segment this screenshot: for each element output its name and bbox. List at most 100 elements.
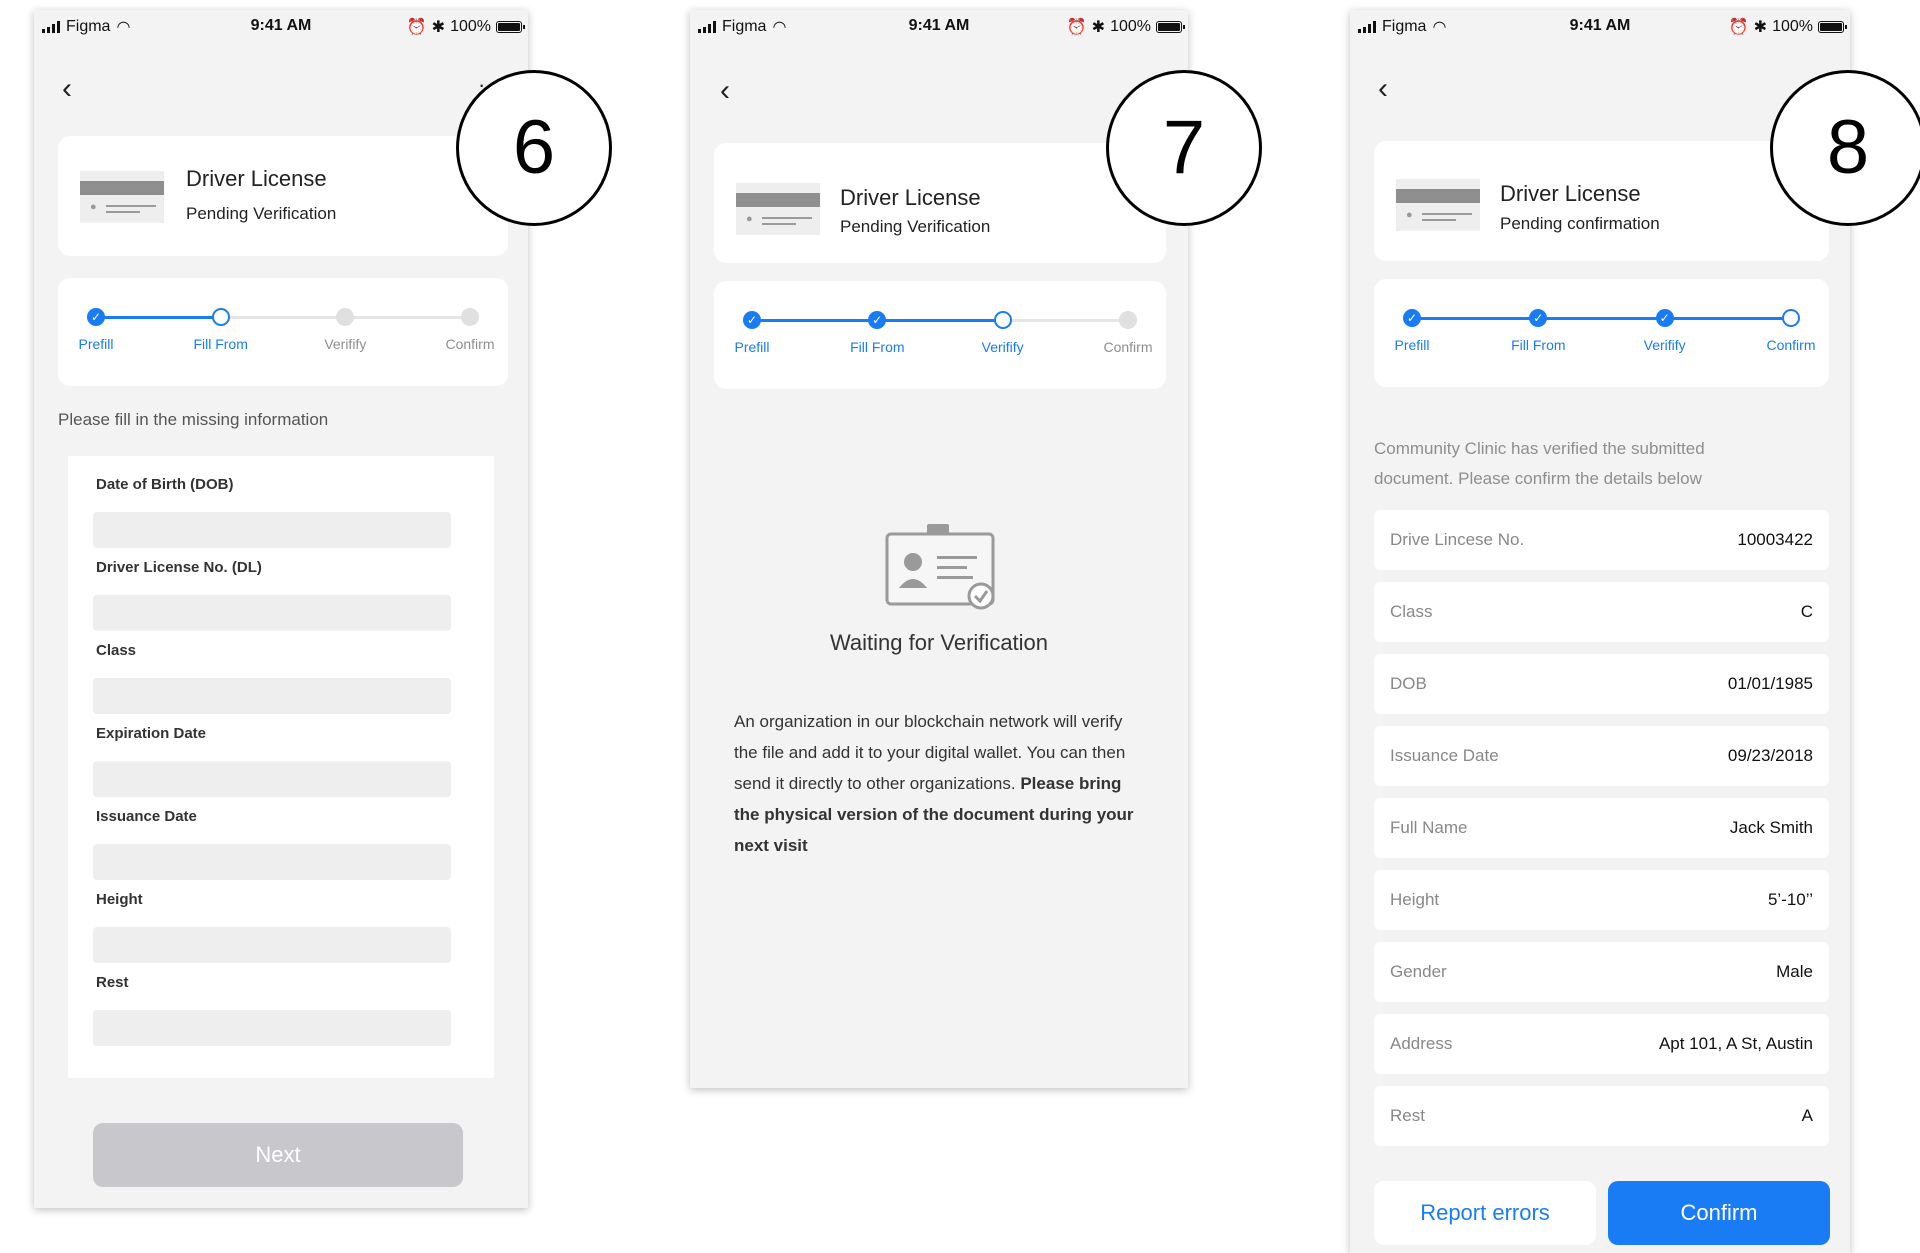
field-input[interactable] bbox=[93, 761, 451, 797]
status-bar: Figma ◠ 9:41 AM ⏰ ✱ 100% bbox=[1350, 10, 1850, 42]
field-label: Expiration Date bbox=[96, 725, 207, 742]
step-indicator bbox=[1782, 309, 1800, 327]
bluetooth-icon: ✱ bbox=[1091, 19, 1106, 36]
detail-key: Address bbox=[1390, 1034, 1453, 1053]
back-chevron-icon[interactable]: ‹ bbox=[720, 76, 730, 106]
step-label: Confirm bbox=[1103, 339, 1153, 355]
stepper-progress bbox=[96, 316, 221, 319]
field-input[interactable] bbox=[93, 512, 451, 548]
detail-row: Height 5’-10’’ bbox=[1374, 870, 1829, 930]
check-icon: ✓ bbox=[1529, 309, 1548, 327]
alarm-icon: ⏰ bbox=[406, 19, 427, 36]
step-number-badge-8: 8 bbox=[1770, 70, 1920, 226]
step-label: Prefill bbox=[734, 339, 770, 355]
status-right: ⏰ ✱ 100% bbox=[406, 17, 525, 37]
detail-key: Rest bbox=[1390, 1106, 1425, 1125]
person-icon: ● bbox=[1406, 209, 1413, 221]
detail-value: 5’-10’’ bbox=[1767, 890, 1813, 909]
document-status: Pending Verification bbox=[186, 204, 337, 223]
step-indicator bbox=[211, 308, 230, 326]
status-right: ⏰ ✱ 100% bbox=[1066, 17, 1185, 37]
battery-percent: 100% bbox=[450, 18, 491, 35]
detail-row: Address Apt 101, A St, Austin bbox=[1374, 1014, 1829, 1074]
step-label: Fill From bbox=[850, 339, 905, 355]
field-label: Date of Birth (DOB) bbox=[96, 476, 234, 493]
status-right: ⏰ ✱ 100% bbox=[1728, 17, 1847, 37]
person-icon: ● bbox=[90, 201, 97, 213]
alarm-icon: ⏰ bbox=[1728, 19, 1749, 36]
step-indicator bbox=[1119, 311, 1137, 329]
battery-icon bbox=[1156, 21, 1185, 33]
step-label: Verifify bbox=[324, 336, 367, 352]
document-card: ● Driver License Pending confirmation bbox=[1374, 141, 1829, 261]
step-label: Verifify bbox=[1643, 337, 1686, 353]
bluetooth-icon: ✱ bbox=[431, 19, 446, 36]
field-label: Rest bbox=[96, 974, 129, 991]
detail-key: Height bbox=[1390, 890, 1440, 909]
step-number-badge-6: 6 bbox=[456, 70, 612, 226]
field-input[interactable] bbox=[93, 595, 451, 631]
field-input[interactable] bbox=[93, 844, 451, 880]
document-status: Pending confirmation bbox=[1500, 214, 1660, 233]
detail-value: Male bbox=[1776, 962, 1813, 981]
document-card: ● Driver License Pending Verification bbox=[714, 143, 1166, 263]
phone-screen-6: Figma ◠ 9:41 AM ⏰ ✱ 100% ‹ ··· ● Driver … bbox=[34, 10, 528, 1208]
field-input[interactable] bbox=[93, 927, 451, 963]
battery-percent: 100% bbox=[1110, 18, 1151, 35]
detail-key: Issuance Date bbox=[1390, 746, 1499, 765]
verification-intro: Community Clinic has verified the submit… bbox=[1374, 439, 1705, 488]
report-errors-button[interactable]: Report errors bbox=[1374, 1181, 1596, 1245]
back-chevron-icon[interactable]: ‹ bbox=[1378, 74, 1388, 104]
check-icon: ✓ bbox=[743, 311, 761, 329]
stepper-progress bbox=[1412, 317, 1791, 320]
status-bar: Figma ◠ 9:41 AM ⏰ ✱ 100% bbox=[690, 10, 1188, 42]
field-input[interactable] bbox=[93, 678, 451, 714]
field-label: Class bbox=[96, 642, 137, 659]
detail-key: Class bbox=[1390, 602, 1433, 621]
progress-stepper: ✓ Prefill ✓ Fill From Verifify Confirm bbox=[714, 281, 1166, 389]
back-chevron-icon[interactable]: ‹ bbox=[62, 74, 72, 104]
step-indicator bbox=[461, 308, 479, 326]
document-thumbnail: ● bbox=[80, 171, 164, 223]
detail-value: Jack Smith bbox=[1729, 818, 1813, 837]
step-label: Fill From bbox=[193, 336, 248, 352]
detail-row: Drive Lincese No. 10003422 bbox=[1374, 510, 1829, 570]
status-bar: Figma ◠ 9:41 AM ⏰ ✱ 100% bbox=[34, 10, 528, 42]
battery-percent: 100% bbox=[1772, 18, 1813, 35]
step-indicator bbox=[993, 311, 1012, 329]
field-input[interactable] bbox=[93, 1010, 451, 1046]
alarm-icon: ⏰ bbox=[1066, 19, 1087, 36]
person-icon: ● bbox=[746, 213, 753, 225]
document-title: Driver License bbox=[840, 185, 981, 210]
detail-key: DOB bbox=[1390, 674, 1427, 693]
bluetooth-icon: ✱ bbox=[1753, 19, 1768, 36]
detail-value: 10003422 bbox=[1737, 530, 1813, 549]
form-panel: Date of Birth (DOB) Driver License No. (D… bbox=[68, 456, 494, 1078]
progress-stepper: ✓ Prefill Fill From Verifify Confirm bbox=[58, 278, 508, 386]
step-label: Fill From bbox=[1511, 337, 1566, 353]
detail-key: Full Name bbox=[1390, 818, 1468, 837]
instruction-text: Please fill in the missing information bbox=[58, 410, 329, 429]
confirm-button[interactable]: Confirm bbox=[1608, 1181, 1830, 1245]
step-label: Prefill bbox=[78, 336, 114, 352]
document-title: Driver License bbox=[1500, 181, 1641, 206]
detail-row: Issuance Date 09/23/2018 bbox=[1374, 726, 1829, 786]
detail-row: Full Name Jack Smith bbox=[1374, 798, 1829, 858]
detail-row: Gender Male bbox=[1374, 942, 1829, 1002]
next-button[interactable]: Next bbox=[93, 1123, 463, 1187]
waiting-body: An organization in our blockchain networ… bbox=[734, 706, 1146, 861]
id-card-icon bbox=[885, 524, 995, 610]
detail-key: Drive Lincese No. bbox=[1390, 530, 1525, 549]
document-thumbnail: ● bbox=[1396, 179, 1480, 231]
detail-value: 09/23/2018 bbox=[1727, 746, 1813, 765]
field-label: Height bbox=[96, 891, 143, 908]
detail-value: A bbox=[1801, 1106, 1813, 1125]
battery-icon bbox=[496, 21, 525, 33]
detail-key: Gender bbox=[1390, 962, 1447, 981]
field-label: Driver License No. (DL) bbox=[96, 559, 262, 576]
detail-row: Rest A bbox=[1374, 1086, 1829, 1146]
check-icon: ✓ bbox=[1403, 309, 1421, 327]
battery-icon bbox=[1818, 21, 1847, 33]
step-label: Confirm bbox=[1766, 337, 1816, 353]
detail-value: C bbox=[1800, 602, 1813, 621]
